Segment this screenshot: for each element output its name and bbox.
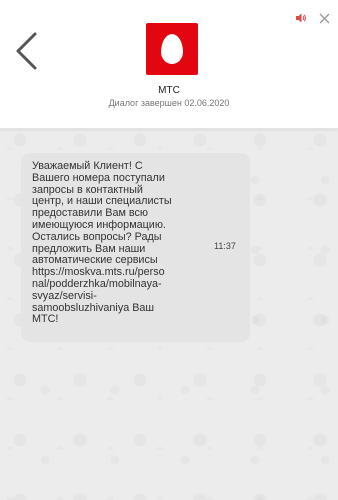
dialog-status: Диалог завершен 02.06.2020 xyxy=(108,98,230,108)
chat-header: МТС Диалог завершен 02.06.2020 xyxy=(0,0,338,129)
message-time: 11:37 xyxy=(214,241,236,251)
contact-name: МТС xyxy=(158,85,180,96)
speaker-icon[interactable] xyxy=(295,11,307,23)
message-text: Уважаемый Клиент! С Вашего номера поступ… xyxy=(32,160,172,326)
mts-logo xyxy=(146,23,198,75)
back-button[interactable] xyxy=(10,30,44,74)
chevron-left-icon xyxy=(16,32,37,70)
message-bubble: Уважаемый Клиент! С Вашего номера поступ… xyxy=(21,153,250,342)
egg-icon xyxy=(161,34,183,64)
close-icon[interactable] xyxy=(319,11,330,24)
chat-window: МТС Диалог завершен 02.06.2020 Уважаемый… xyxy=(0,0,338,500)
